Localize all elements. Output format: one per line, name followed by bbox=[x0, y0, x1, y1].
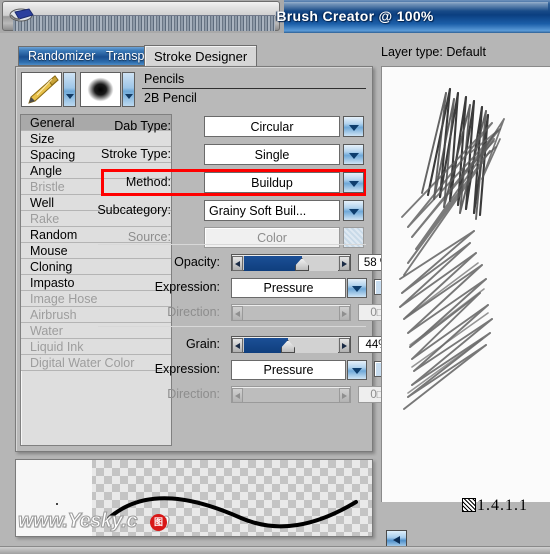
grain-slider-row: Grain: 44% bbox=[176, 334, 396, 356]
subcategory-label: Subcategory: bbox=[97, 203, 171, 217]
brush-test-canvas[interactable] bbox=[381, 66, 550, 502]
method-value[interactable]: Buildup bbox=[204, 172, 340, 193]
opacity-label: Opacity: bbox=[174, 255, 220, 269]
method-label: Method: bbox=[125, 175, 171, 189]
watermark-text-start: www.Yesky.c bbox=[17, 510, 138, 533]
window-title: Brush Creator @ 100% bbox=[276, 8, 434, 24]
stroke-preview[interactable]: www.Yesky.cm 图 bbox=[15, 459, 373, 537]
brush-header: Pencils 2B Pencil bbox=[20, 71, 368, 110]
stroke-type-value[interactable]: Single bbox=[204, 144, 340, 165]
grain-slider-increase[interactable] bbox=[339, 338, 350, 353]
chevron-down-icon bbox=[352, 286, 362, 292]
opacity-direction-row: Direction: 0□ bbox=[167, 302, 396, 324]
chevron-down-icon bbox=[349, 153, 359, 159]
layer-type-label: Layer type: Default bbox=[381, 45, 486, 59]
subcategory-row: Subcategory: Grainy Soft Buil... bbox=[97, 200, 370, 223]
opacity-expression-label: Expression: bbox=[154, 280, 220, 294]
grain-expression-row: Expression: Pressure bbox=[155, 358, 390, 382]
dab-type-value[interactable]: Circular bbox=[204, 116, 340, 137]
grain-slider-decrease[interactable] bbox=[232, 338, 243, 353]
grain-label: Grain: bbox=[185, 337, 220, 351]
subcategory-value[interactable]: Grainy Soft Buil... bbox=[204, 200, 340, 221]
brush-variant-label: 2B Pencil bbox=[144, 91, 197, 105]
opacity-expression-row: Expression: Pressure bbox=[155, 276, 390, 300]
stroke-type-dropdown-button[interactable] bbox=[343, 144, 364, 165]
chevron-down-icon bbox=[352, 368, 362, 374]
tab-stroke-designer[interactable]: Stroke Designer bbox=[144, 45, 258, 67]
grain-expression-label: Expression: bbox=[154, 362, 220, 376]
brush-creator-window: Brush Creator @ 100% Randomizer Transpos… bbox=[0, 0, 550, 554]
divider-2 bbox=[98, 326, 366, 327]
grain-direction-row: Direction: 0□ bbox=[167, 384, 396, 406]
pencil-brush-icon[interactable] bbox=[21, 72, 62, 107]
chevron-down-icon bbox=[349, 181, 359, 187]
window-body: Randomizer Transposer Stroke Designer Pe… bbox=[0, 33, 550, 554]
chevron-down-icon bbox=[349, 125, 359, 131]
grain-expression-dropdown-button[interactable] bbox=[347, 360, 367, 380]
opacity-direction-label: Direction: bbox=[167, 305, 220, 319]
brush-category-dropdown[interactable] bbox=[63, 72, 76, 107]
method-row: Method: Buildup bbox=[101, 169, 370, 196]
window-bottom-strip bbox=[0, 546, 550, 554]
subcategory-dropdown-button[interactable] bbox=[343, 200, 364, 221]
tab-randomizer[interactable]: Randomizer bbox=[22, 47, 101, 65]
figure-mark-icon bbox=[462, 498, 476, 512]
dab-type-label: Dab Type: bbox=[114, 119, 171, 133]
opacity-expression-value[interactable]: Pressure bbox=[231, 278, 346, 298]
stroke-type-row: Stroke Type: Single bbox=[101, 144, 370, 167]
source-row: Source: Color bbox=[128, 227, 370, 250]
chevron-down-icon bbox=[349, 209, 359, 215]
scribble-drawing bbox=[399, 87, 505, 410]
method-dropdown-button[interactable] bbox=[343, 172, 364, 193]
brush-category-label: Pencils bbox=[142, 71, 366, 89]
opacity-group: Opacity: 58 % Expression: Pressure Direc… bbox=[155, 252, 396, 324]
grain-group: Grain: 44% Expression: Pressure Directio… bbox=[155, 334, 396, 406]
grain-expression-value[interactable]: Pressure bbox=[231, 360, 346, 380]
brush-name-block: Pencils 2B Pencil bbox=[142, 71, 366, 107]
stroke-designer-panel: Pencils 2B Pencil General Size Spacing A… bbox=[15, 66, 396, 452]
opacity-expression-dropdown-button[interactable] bbox=[347, 278, 367, 298]
stroke-type-label: Stroke Type: bbox=[101, 147, 171, 161]
tab-strip: Randomizer Transposer Stroke Designer bbox=[18, 45, 373, 67]
figure-caption: 1.4.1.1 bbox=[462, 497, 528, 515]
watermark-badge: 图 bbox=[150, 514, 167, 531]
dab-type-row: Dab Type: Circular bbox=[114, 116, 370, 139]
opacity-direction-slider bbox=[231, 304, 351, 321]
grain-direction-slider bbox=[231, 386, 351, 403]
brush-variant-dropdown[interactable] bbox=[122, 72, 135, 107]
grain-direction-label: Direction: bbox=[167, 387, 220, 401]
dab-type-dropdown-button[interactable] bbox=[343, 116, 364, 137]
opacity-slider-decrease[interactable] bbox=[232, 256, 243, 271]
opacity-slider[interactable] bbox=[231, 254, 351, 271]
watermark-text: www.Yesky.cm bbox=[17, 510, 218, 536]
opacity-slider-row: Opacity: 58 % bbox=[174, 252, 396, 274]
soft-round-dab-icon[interactable] bbox=[80, 72, 121, 107]
grain-slider[interactable] bbox=[231, 336, 351, 353]
opacity-slider-increase[interactable] bbox=[339, 256, 350, 271]
divider-1 bbox=[98, 244, 366, 245]
left-arrow-icon bbox=[393, 536, 400, 544]
title-bar: Brush Creator @ 100% bbox=[0, 0, 550, 33]
figure-caption-text: 1.4.1.1 bbox=[477, 497, 528, 514]
general-settings-pane: Dab Type: Circular Stroke Type: Single M… bbox=[97, 114, 396, 446]
